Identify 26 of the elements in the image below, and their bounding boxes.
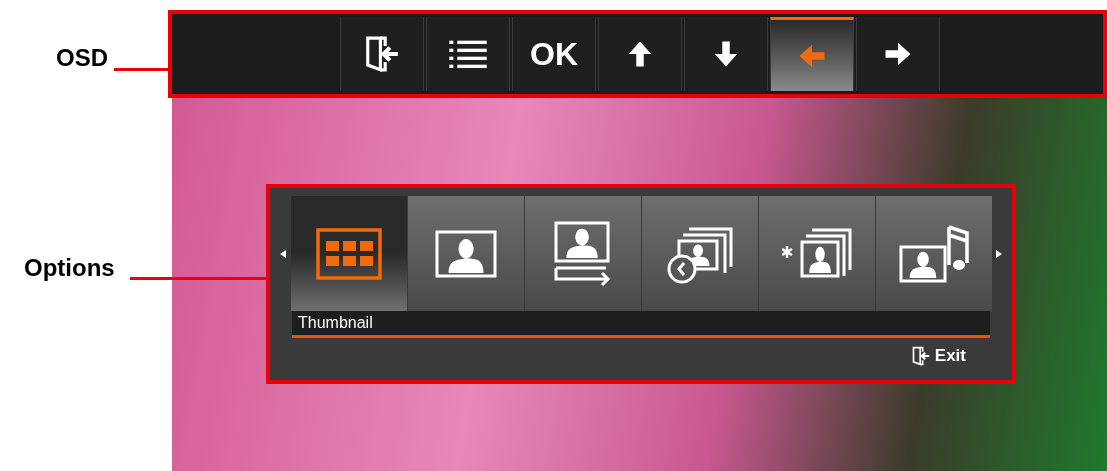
option-tile[interactable]	[524, 196, 641, 311]
callout-label: Options	[24, 253, 115, 283]
slideshow-icon	[553, 220, 612, 287]
osd-button[interactable]	[340, 17, 424, 91]
osd-button[interactable]	[856, 17, 940, 91]
scroll-left-icon[interactable]	[280, 249, 287, 258]
photo-stack-asterisk-icon	[781, 227, 852, 280]
osd-button[interactable]	[684, 17, 768, 91]
option-tile[interactable]	[875, 196, 992, 311]
osd-button[interactable]	[426, 17, 510, 91]
callout-label: OSD	[56, 43, 108, 73]
exit-button[interactable]: Exit	[910, 343, 966, 369]
list-icon	[448, 38, 488, 70]
thumbnail-grid-icon	[315, 227, 382, 280]
photo-music-note-icon	[898, 222, 969, 285]
osd-button[interactable]: OK	[512, 17, 596, 91]
photo-icon	[434, 229, 497, 278]
exit-icon	[363, 35, 401, 73]
scroll-right-icon[interactable]	[995, 249, 1002, 258]
option-tile[interactable]	[290, 196, 407, 311]
exit-icon	[910, 345, 931, 366]
option-tile[interactable]	[641, 196, 758, 311]
option-caption: Thumbnail	[298, 313, 373, 333]
osd-button[interactable]	[598, 17, 682, 91]
option-tile[interactable]	[407, 196, 524, 311]
option-tile[interactable]	[758, 196, 875, 311]
